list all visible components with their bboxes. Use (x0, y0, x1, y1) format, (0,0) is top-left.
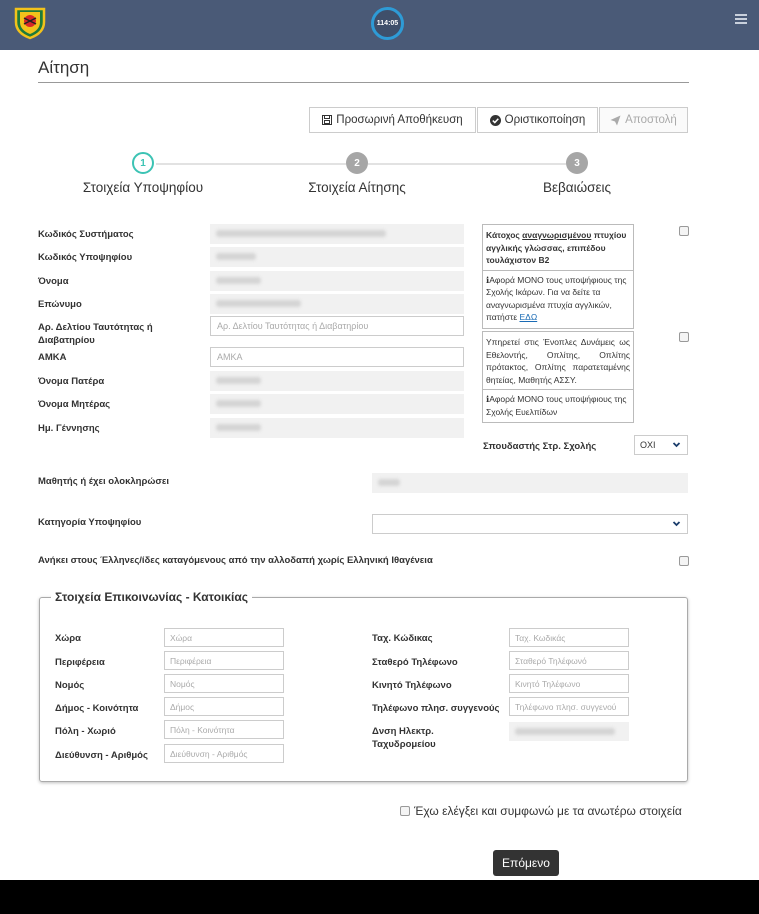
first-name-field (210, 271, 464, 291)
info-divider (483, 389, 633, 390)
send-label: Αποστολή (625, 114, 677, 126)
city-input[interactable]: Πόλη - Κοινότητα (164, 720, 284, 739)
greek-descent-checkbox[interactable] (679, 556, 689, 566)
armed-forces-info-box: Υπηρετεί στις Ένοπλες Δυνάμεις ως Εθελον… (482, 331, 634, 423)
last-name-field (210, 294, 464, 314)
armed-forces-note: ℹΑφορά ΜΟΝΟ τους υποψήφιους της Σχολής Ε… (486, 393, 630, 418)
paper-plane-icon (610, 115, 621, 125)
footer-bar (0, 880, 759, 914)
address-input[interactable]: Διεύθυνση - Αριθμός (164, 744, 284, 763)
step-3-indicator[interactable]: 3 (566, 152, 588, 174)
id-number-input[interactable]: Αρ. Δελτίου Ταυτότητας ή Διαβατηρίου (210, 316, 464, 336)
mother-name-field (210, 394, 464, 414)
candidate-code-label: Κωδικός Υποψηφίου (38, 252, 133, 263)
armed-forces-note-text: Αφορά ΜΟΝΟ τους υποψήφιους της Σχολής Ευ… (486, 394, 627, 417)
chevron-down-icon (672, 521, 681, 527)
step-connector-1 (156, 163, 346, 165)
military-school-select[interactable]: ΟΧΙ (634, 435, 688, 455)
info-divider (483, 269, 633, 271)
english-cert-underlined: αναγνωρισμένου (522, 230, 592, 240)
step-2-label: Στοιχεία Αίτησης (308, 180, 406, 195)
step-3-label: Βεβαιώσεις (543, 180, 611, 195)
category-label: Κατηγορία Υποψηφίου (38, 517, 142, 528)
country-input[interactable]: Χώρα (164, 628, 284, 647)
email-label: Δνση Ηλεκτρ. Ταχυδρομείου (372, 726, 436, 750)
country-label: Χώρα (55, 633, 81, 644)
check-circle-icon (489, 114, 501, 126)
student-completed-label: Μαθητής ή έχει ολοκληρώσει (38, 476, 170, 487)
next-button[interactable]: Επόμενο (493, 850, 559, 876)
agree-label: Έχω ελέγξει και συμφωνώ με τα ανωτέρω στ… (414, 804, 682, 818)
landline-input[interactable]: Σταθερό Τηλέφωνό (509, 651, 629, 670)
top-bar: 114:05 (0, 0, 759, 50)
finalize-label: Οριστικοποίηση (504, 114, 586, 126)
system-code-label: Κωδικός Συστήματος (38, 229, 134, 240)
finalize-button[interactable]: Οριστικοποίηση (477, 107, 598, 133)
municipality-label: Δήμος - Κοινότητα (55, 703, 139, 714)
english-cert-note-text: Αφορά ΜΟΝΟ τους υποψήφιους της Σχολής Ικ… (486, 274, 627, 323)
page-title: Αίτηση (38, 58, 90, 77)
father-name-field (210, 371, 464, 391)
prefecture-input[interactable]: Νομός (164, 674, 284, 693)
menu-icon[interactable] (735, 14, 747, 24)
region-input[interactable]: Περιφέρεια (164, 651, 284, 670)
email-field (509, 722, 629, 741)
english-cert-link[interactable]: ΕΔΩ (520, 312, 538, 322)
address-label: Διεύθυνση - Αριθμός (55, 750, 148, 761)
temp-save-label: Προσωρινή Αποθήκευση (336, 114, 463, 126)
first-name-label: Όνομα (38, 276, 69, 287)
mobile-label: Κινητό Τηλέφωνο (372, 680, 452, 691)
birth-date-label: Ημ. Γέννησης (38, 423, 100, 434)
english-cert-info-box: Κάτοχος αναγνωρισμένου πτυχίου αγγλικής … (482, 224, 634, 329)
armed-forces-checkbox[interactable] (679, 332, 689, 342)
amka-input[interactable]: ΑΜΚΑ (210, 347, 464, 367)
title-divider (38, 82, 689, 83)
contact-legend: Στοιχεία Επικοινωνίας - Κατοικίας (51, 590, 253, 604)
english-cert-title: Κάτοχος αναγνωρισμένου πτυχίου αγγλικής … (486, 229, 630, 267)
military-school-value: ΟΧΙ (640, 440, 656, 450)
relative-phone-label: Τηλέφωνο πλησ. συγγενούς (372, 703, 500, 714)
region-label: Περιφέρεια (55, 657, 105, 668)
postal-code-input[interactable]: Ταχ. Κωδικάς (509, 628, 629, 647)
step-1-label: Στοιχεία Υποψηφίου (82, 180, 204, 195)
father-name-label: Όνομα Πατέρα (38, 376, 105, 387)
countdown-timer: 114:05 (371, 7, 404, 40)
city-label: Πόλη - Χωριό (55, 726, 116, 737)
birth-date-field (210, 418, 464, 438)
military-school-label: Σπουδαστής Στρ. Σχολής (483, 441, 597, 452)
english-cert-note: ℹΑφορά ΜΟΝΟ τους υποψήφιους της Σχολής Ι… (486, 274, 630, 324)
step-1-indicator[interactable]: 1 (132, 152, 154, 174)
candidate-code-field (210, 247, 464, 267)
postal-code-label: Ταχ. Κώδικας (372, 633, 433, 644)
mobile-input[interactable]: Κινητό Τηλέφωνο (509, 674, 629, 693)
relative-phone-input[interactable]: Τηλέφωνο πλησ. συγγενού (509, 697, 629, 716)
armed-forces-text: Υπηρετεί στις Ένοπλες Δυνάμεις ως Εθελον… (486, 337, 630, 385)
prefecture-label: Νομός (55, 680, 85, 691)
category-select[interactable] (372, 514, 688, 534)
amka-label: ΑΜΚΑ (38, 352, 67, 363)
agree-row[interactable]: Έχω ελέγξει και συμφωνώ με τα ανωτέρω στ… (400, 804, 682, 818)
english-cert-checkbox[interactable] (679, 226, 689, 236)
landline-label: Σταθερό Τηλέφωνο (372, 657, 458, 668)
logo-shield-icon[interactable] (12, 4, 48, 40)
step-2-indicator[interactable]: 2 (346, 152, 368, 174)
last-name-label: Επώνυμο (38, 299, 82, 310)
system-code-field (210, 224, 464, 244)
temp-save-button[interactable]: Προσωρινή Αποθήκευση (309, 107, 476, 133)
floppy-disk-icon (322, 115, 333, 125)
step-connector-2 (368, 163, 566, 165)
mother-name-label: Όνομα Μητέρας (38, 399, 111, 410)
id-number-label: Αρ. Δελτίου Ταυτότητας ή Διαβατηρίου (38, 322, 153, 346)
send-button[interactable]: Αποστολή (599, 107, 688, 133)
english-cert-text-1: Κάτοχος (486, 230, 523, 240)
student-completed-field (372, 473, 688, 493)
chevron-down-icon (672, 442, 681, 448)
agree-checkbox[interactable] (400, 806, 410, 816)
municipality-input[interactable]: Δήμος (164, 697, 284, 716)
greek-descent-label: Ανήκει στους Έλληνες/ίδες καταγόμενους α… (38, 555, 433, 566)
